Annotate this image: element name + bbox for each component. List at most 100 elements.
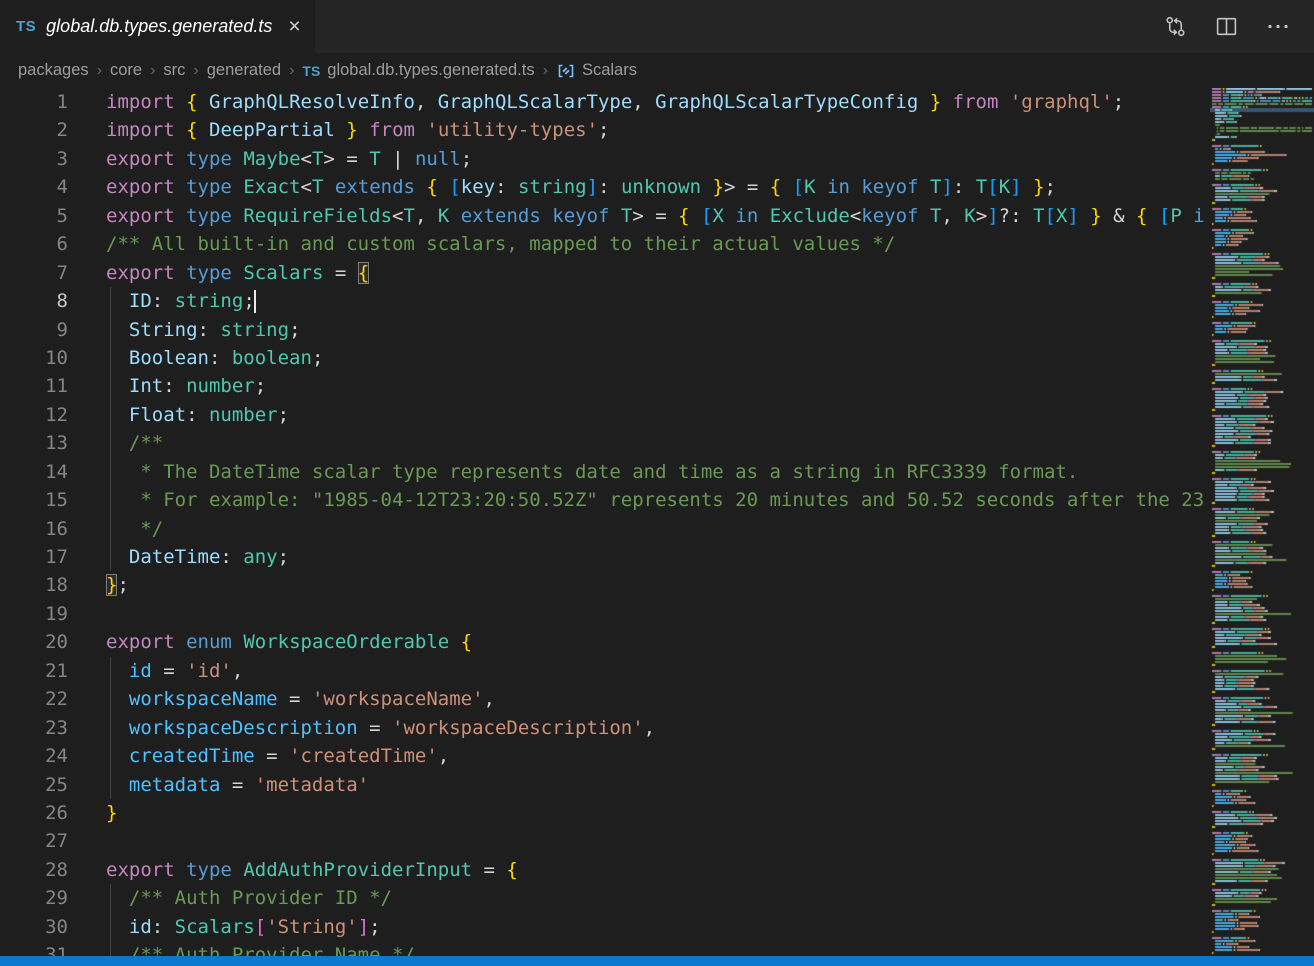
more-actions-icon[interactable] xyxy=(1266,15,1290,38)
line-number[interactable]: 3 xyxy=(0,145,68,173)
line-number[interactable]: 16 xyxy=(0,515,68,543)
code-line[interactable]: 17 DateTime: any; xyxy=(0,543,1206,571)
line-number[interactable]: 21 xyxy=(0,657,68,685)
line-number[interactable]: 12 xyxy=(0,401,68,429)
code-token: { xyxy=(358,262,369,284)
code-line[interactable]: 21 id = 'id', xyxy=(0,657,1206,685)
code-token: , xyxy=(632,91,655,113)
code-line[interactable]: 1import { GraphQLResolveInfo, GraphQLSca… xyxy=(0,88,1206,116)
line-content: id: Scalars['String']; xyxy=(106,913,1206,941)
line-number[interactable]: 6 xyxy=(0,230,68,258)
line-number[interactable]: 20 xyxy=(0,628,68,656)
line-number[interactable]: 11 xyxy=(0,372,68,400)
line-number[interactable]: 9 xyxy=(0,316,68,344)
code-line[interactable]: 26} xyxy=(0,799,1206,827)
open-changes-icon[interactable] xyxy=(1164,15,1187,38)
line-content: export type Scalars = { xyxy=(106,259,1206,287)
breadcrumb-item-generated[interactable]: generated xyxy=(207,61,281,80)
split-editor-icon[interactable] xyxy=(1215,15,1238,38)
line-number[interactable]: 24 xyxy=(0,742,68,770)
tab-global-db-types-generated-ts[interactable]: TS global.db.types.generated.ts × xyxy=(0,0,315,53)
code-line[interactable]: 5export type RequireFields<T, K extends … xyxy=(0,202,1206,230)
code-line[interactable]: 2import { DeepPartial } from 'utility-ty… xyxy=(0,116,1206,144)
line-number[interactable]: 14 xyxy=(0,458,68,486)
line-content: }; xyxy=(106,571,1206,599)
code-line[interactable]: 19 xyxy=(0,600,1206,628)
line-number[interactable]: 29 xyxy=(0,884,68,912)
line-number[interactable]: 4 xyxy=(0,173,68,201)
close-icon[interactable]: × xyxy=(288,16,300,37)
line-number[interactable]: 7 xyxy=(0,259,68,287)
code-line[interactable]: 6/** All built-in and custom scalars, ma… xyxy=(0,230,1206,258)
code-token: < xyxy=(850,205,861,227)
minimap[interactable] xyxy=(1210,88,1314,956)
code-line[interactable]: 30 id: Scalars['String']; xyxy=(0,913,1206,941)
code-token: [ xyxy=(793,176,804,198)
line-content: createdTime = 'createdTime', xyxy=(106,742,1206,770)
breadcrumb-item-scalars[interactable]: Scalars xyxy=(556,61,637,81)
code-line[interactable]: 13 /** xyxy=(0,429,1206,457)
code-token: Int xyxy=(129,375,163,397)
code-line[interactable]: 7 export type Scalars = { xyxy=(0,259,1206,287)
code-token: AddAuthProviderInput xyxy=(243,859,472,881)
code-token: | xyxy=(381,148,415,170)
code-token: : xyxy=(953,176,976,198)
code-line[interactable]: 20export enum WorkspaceOrderable { xyxy=(0,628,1206,656)
code-token: K xyxy=(964,205,975,227)
code-line[interactable]: 11 Int: number; xyxy=(0,372,1206,400)
code-line[interactable]: 10 Boolean: boolean; xyxy=(0,344,1206,372)
breadcrumb-item-packages[interactable]: packages xyxy=(18,61,89,80)
code-token: keyof xyxy=(552,205,609,227)
indent-guide xyxy=(110,941,111,956)
line-number[interactable]: 1 xyxy=(0,88,68,116)
code-token: , xyxy=(415,205,438,227)
code-editor[interactable]: 1import { GraphQLResolveInfo, GraphQLSca… xyxy=(0,88,1206,956)
line-number[interactable]: 23 xyxy=(0,714,68,742)
code-line[interactable]: 27 xyxy=(0,827,1206,855)
code-token: Scalars xyxy=(175,916,255,938)
line-number[interactable]: 30 xyxy=(0,913,68,941)
breadcrumb-separator: › xyxy=(289,62,294,80)
line-number[interactable]: 13 xyxy=(0,429,68,457)
line-number[interactable]: 18 xyxy=(0,571,68,599)
code-token: in xyxy=(735,205,758,227)
code-line[interactable]: 24 createdTime = 'createdTime', xyxy=(0,742,1206,770)
breadcrumb-item-global-db-types-generated-ts[interactable]: TSglobal.db.types.generated.ts xyxy=(302,61,534,80)
code-line[interactable]: 15 * For example: "1985-04-12T23:20:50.5… xyxy=(0,486,1206,514)
line-number[interactable]: 22 xyxy=(0,685,68,713)
code-token: i xyxy=(1182,205,1205,227)
code-token: 'utility-types' xyxy=(426,119,598,141)
line-number[interactable]: 15 xyxy=(0,486,68,514)
code-token: type xyxy=(186,262,232,284)
line-number[interactable]: 5 xyxy=(0,202,68,230)
code-token: export xyxy=(106,176,175,198)
line-number[interactable]: 31 xyxy=(0,941,68,956)
code-line[interactable]: 14 * The DateTime scalar type represents… xyxy=(0,458,1206,486)
line-number[interactable]: 2 xyxy=(0,116,68,144)
line-number[interactable]: 19 xyxy=(0,600,68,628)
code-line[interactable]: 29 /** Auth Provider ID */ xyxy=(0,884,1206,912)
line-number[interactable]: 10 xyxy=(0,344,68,372)
code-line[interactable]: 22 workspaceName = 'workspaceName', xyxy=(0,685,1206,713)
code-line[interactable]: 28export type AddAuthProviderInput = { xyxy=(0,856,1206,884)
code-line[interactable]: 31 /** Auth Provider Name */ xyxy=(0,941,1206,956)
code-line[interactable]: 12 Float: number; xyxy=(0,401,1206,429)
breadcrumb-item-src[interactable]: src xyxy=(163,61,185,80)
code-line[interactable]: 16 */ xyxy=(0,515,1206,543)
line-number[interactable]: 17 xyxy=(0,543,68,571)
code-token: { xyxy=(186,91,197,113)
code-line[interactable]: 4export type Exact<T extends { [key: str… xyxy=(0,173,1206,201)
line-number[interactable]: 25 xyxy=(0,771,68,799)
breadcrumb-item-core[interactable]: core xyxy=(110,61,142,80)
line-number[interactable]: 26 xyxy=(0,799,68,827)
line-number[interactable]: 8 xyxy=(0,287,68,315)
code-line[interactable]: 8 ID: string; xyxy=(0,287,1206,315)
code-line[interactable]: 23 workspaceDescription = 'workspaceDesc… xyxy=(0,714,1206,742)
code-token: ?: xyxy=(999,205,1033,227)
code-line[interactable]: 25 metadata = 'metadata' xyxy=(0,771,1206,799)
line-number[interactable]: 27 xyxy=(0,827,68,855)
code-line[interactable]: 18}; xyxy=(0,571,1206,599)
code-line[interactable]: 9 String: string; xyxy=(0,316,1206,344)
line-number[interactable]: 28 xyxy=(0,856,68,884)
code-line[interactable]: 3export type Maybe<T> = T | null; xyxy=(0,145,1206,173)
